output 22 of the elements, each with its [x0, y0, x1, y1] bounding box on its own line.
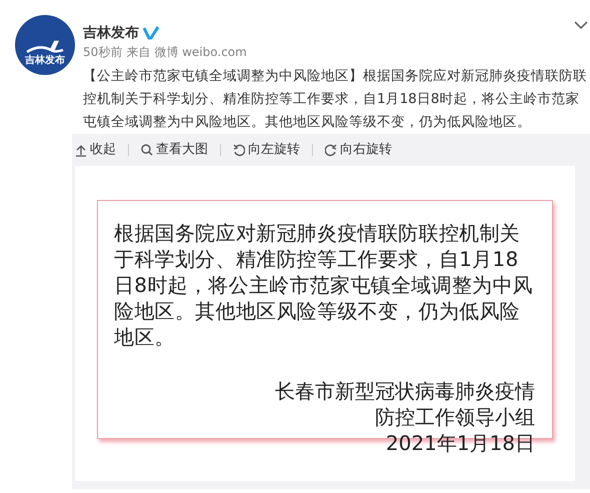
source-label: 来自 — [126, 44, 150, 61]
chevron-down-icon[interactable] — [574, 21, 588, 30]
search-icon — [141, 144, 153, 156]
wave-icon — [25, 40, 65, 56]
rotate-button[interactable]: 向左旋转 — [233, 140, 300, 160]
collapse-button[interactable]: 收起 — [75, 140, 116, 160]
notice-text: 根据国务院应对新冠肺炎疫情联防联控机制关于科学划分、精准防控等工作要求，自1月18日8时起，将公主岭市范家屯镇全域调整为中风险地区。其他地区风险等级不变，仍为低风险地区。 — [114, 220, 534, 350]
account-name[interactable]: 吉林发布 — [83, 23, 139, 43]
source-link[interactable]: 微博 weibo.com — [154, 43, 247, 61]
avatar-text: 吉林发布 — [25, 56, 65, 66]
image-panel[interactable]: 根据国务院应对新冠肺炎疫情联防联控机制关于科学划分、精准防控等工作要求，自1月18日8时起，将公主岭市范家屯镇全域调整为中风险地区。其他地区风险等级不变，仍为低风险地区。 长春市新型冠状病毒肺炎疫情 防控工作领导小组 2021年1月18日 — [75, 166, 575, 481]
rotate-left-icon — [233, 144, 245, 156]
rotate-right-icon — [325, 144, 337, 156]
rotate-button[interactable]: 向右旋转 — [325, 140, 392, 160]
avatar[interactable]: 吉林发布 — [15, 15, 75, 75]
collapse-icon — [75, 144, 87, 156]
signature-line: 长春市新型冠状病毒肺炎疫情 — [274, 378, 535, 404]
signature-line: 2021年1月18日 — [384, 430, 535, 456]
signature-line: 防控工作领导小组 — [374, 404, 535, 430]
post-text: 【公主岭市范家屯镇全域调整为中风险地区】根据国务院应对新冠肺炎疫情联防联控机制关于科学划分、精准防控等工作要求，自1月18日8时起，将公主岭市范家屯镇全域调整为中风险地区。其他地区风险等级不变，仍为低风险地区。 — [83, 67, 588, 132]
post-time[interactable]: 50秒前 — [83, 43, 122, 61]
view-large-button[interactable]: 查看大图 — [141, 140, 208, 160]
